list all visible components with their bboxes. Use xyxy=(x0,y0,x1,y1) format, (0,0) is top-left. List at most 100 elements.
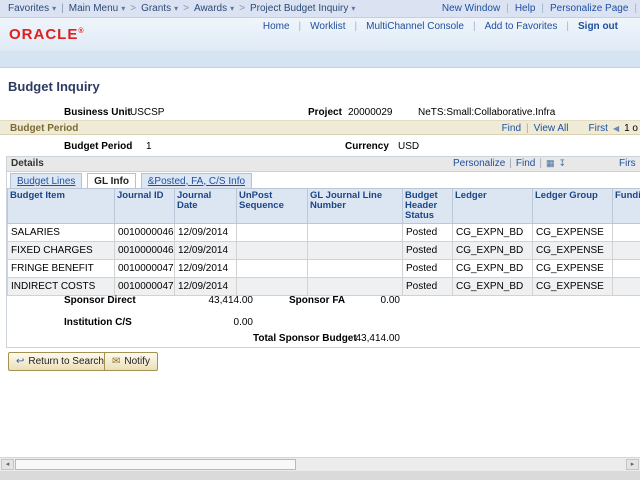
nav-link-sign-out[interactable]: Sign out xyxy=(578,21,618,32)
breadcrumb-separator: > xyxy=(239,3,245,14)
grid-paging-first-link[interactable]: Firs xyxy=(619,158,636,169)
cell-r0-c4 xyxy=(308,224,403,242)
nav-link-home[interactable]: Home xyxy=(263,21,290,32)
header-nav-links: Home | Worklist | MultiChannel Console | Add t… xyxy=(263,21,618,32)
nav-separator: | xyxy=(506,3,509,14)
cell-r3-c0: INDIRECT COSTS xyxy=(8,278,115,296)
window-bottom-strip xyxy=(0,471,640,480)
table-row: FRINGE BENEFIT001000004712/09/2014Posted… xyxy=(8,260,640,278)
column-header-fundi[interactable]: Fundi xyxy=(613,189,640,224)
notify-button[interactable]: ✉ Notify xyxy=(104,352,158,371)
breadcrumb-item-awards[interactable]: Awards▾ xyxy=(194,3,234,14)
breadcrumb-item-main-menu[interactable]: Main Menu▾ xyxy=(69,3,125,14)
table-row: INDIRECT COSTS001000004712/09/2014Posted… xyxy=(8,278,640,296)
pagebar-links: New Window|Help|Personalize Page| xyxy=(442,3,637,14)
return-to-search-button[interactable]: ↩ Return to Search xyxy=(8,352,112,371)
page-title: Budget Inquiry xyxy=(8,79,100,94)
scroll-right-button[interactable]: ▸ xyxy=(626,459,639,470)
institution-cs-label: Institution C/S xyxy=(64,317,132,328)
breadcrumb-item-label: Project Budget Inquiry xyxy=(250,3,348,14)
paging-prev-icon[interactable]: ◀ xyxy=(613,124,619,133)
institution-cs-value: 0.00 xyxy=(165,317,253,328)
column-header-budget-header-status[interactable]: Budget Header Status xyxy=(403,189,453,224)
nav-link-multichannel-console[interactable]: MultiChannel Console xyxy=(366,21,464,32)
paging-indicator: 1 o xyxy=(624,123,638,134)
project-label: Project xyxy=(308,107,342,118)
breadcrumb-separator: > xyxy=(130,3,136,14)
tab-budget-lines[interactable]: Budget Lines xyxy=(10,173,82,188)
column-header-ledger-group[interactable]: Ledger Group xyxy=(533,189,613,224)
tab-posted-fa-cs-info[interactable]: &Posted, FA, C/S Info xyxy=(141,173,252,188)
pagebar-link-help[interactable]: Help xyxy=(515,3,536,14)
separator: | xyxy=(539,158,542,169)
chevron-down-icon: ▾ xyxy=(351,4,355,13)
pagebar-link-new-window[interactable]: New Window xyxy=(442,3,500,14)
personalize-link[interactable]: Personalize xyxy=(453,158,505,169)
breadcrumb-item-project-budget-inquiry[interactable]: Project Budget Inquiry▾ xyxy=(250,3,355,14)
find-link[interactable]: Find xyxy=(516,158,535,169)
cell-r1-c1: 0010000046 xyxy=(115,242,175,260)
business-unit-label: Business Unit xyxy=(64,107,131,118)
chevron-down-icon: ▾ xyxy=(121,4,125,13)
find-link[interactable]: Find xyxy=(502,123,521,134)
cell-r0-c6: CG_EXPN_BD xyxy=(453,224,533,242)
paging-first-link[interactable]: First xyxy=(588,123,607,134)
return-icon: ↩ xyxy=(16,356,24,367)
nav-separator: | xyxy=(473,21,476,32)
currency-value: USD xyxy=(398,141,419,152)
grid-tab-bar: Budget Lines GL Info &Posted, FA, C/S In… xyxy=(7,172,640,188)
column-header-unpost-sequence[interactable]: UnPost Sequence xyxy=(237,189,308,224)
view-all-grid-icon[interactable]: ▦ xyxy=(546,158,555,169)
chevron-down-icon: ▾ xyxy=(230,4,234,13)
column-header-gl-journal-line-number[interactable]: GL Journal Line Number xyxy=(308,189,403,224)
cell-r1-c2: 12/09/2014 xyxy=(175,242,237,260)
budget-period-value: 1 xyxy=(146,141,152,152)
cell-r3-c1: 0010000047 xyxy=(115,278,175,296)
column-header-journal-date[interactable]: Journal Date xyxy=(175,189,237,224)
column-header-ledger[interactable]: Ledger xyxy=(453,189,533,224)
return-to-search-label: Return to Search xyxy=(28,356,104,367)
cell-r0-c3 xyxy=(237,224,308,242)
cell-r2-c5: Posted xyxy=(403,260,453,278)
project-value: 20000029 xyxy=(348,107,393,118)
table-row: SALARIES001000004612/09/2014PostedCG_EXP… xyxy=(8,224,640,242)
details-header-controls: Personalize | Find | ▦ ↧ xyxy=(453,158,566,169)
cell-r1-c6: CG_EXPN_BD xyxy=(453,242,533,260)
nav-link-add-to-favorites[interactable]: Add to Favorites xyxy=(485,21,558,32)
budget-period-label: Budget Period xyxy=(64,141,132,152)
nav-link-worklist[interactable]: Worklist xyxy=(310,21,345,32)
project-description: NeTS:Small:Collaborative.Infra xyxy=(418,107,555,118)
cell-r1-c7: CG_EXPENSE xyxy=(533,242,613,260)
sponsor-direct-value: 43,414.00 xyxy=(165,295,253,306)
budget-period-section-bar: Budget Period Find | View All First ◀ 1 … xyxy=(0,120,640,135)
breadcrumb-item-favorites[interactable]: Favorites▾ xyxy=(8,3,56,14)
cell-r3-c5: Posted xyxy=(403,278,453,296)
details-title: Details xyxy=(11,158,44,169)
sponsor-direct-label: Sponsor Direct xyxy=(64,295,136,306)
breadcrumb-item-label: Grants xyxy=(141,3,171,14)
cell-r3-c4 xyxy=(308,278,403,296)
download-icon[interactable]: ↧ xyxy=(558,158,566,169)
scroll-left-button[interactable]: ◂ xyxy=(1,459,14,470)
currency-label: Currency xyxy=(345,141,389,152)
column-header-budget-item[interactable]: Budget Item xyxy=(8,189,115,224)
nav-separator: | xyxy=(566,21,569,32)
notify-icon: ✉ xyxy=(112,356,120,367)
pagebar-link-personalize-page[interactable]: Personalize Page xyxy=(550,3,628,14)
scrollbar-thumb[interactable] xyxy=(15,459,296,470)
nav-separator: | xyxy=(634,3,637,14)
breadcrumb-item-label: Awards xyxy=(194,3,227,14)
breadcrumb-separator: | xyxy=(61,3,64,14)
cell-r0-c2: 12/09/2014 xyxy=(175,224,237,242)
column-header-journal-id[interactable]: Journal ID xyxy=(115,189,175,224)
cell-r2-c3 xyxy=(237,260,308,278)
cell-r3-c7: CG_EXPENSE xyxy=(533,278,613,296)
breadcrumb-item-grants[interactable]: Grants▾ xyxy=(141,3,178,14)
cell-r2-c7: CG_EXPENSE xyxy=(533,260,613,278)
nav-separator: | xyxy=(299,21,302,32)
nav-separator: | xyxy=(355,21,358,32)
pagebar-band xyxy=(0,51,640,68)
view-all-link[interactable]: View All xyxy=(534,123,569,134)
separator: | xyxy=(526,123,529,134)
tab-gl-info[interactable]: GL Info xyxy=(87,173,136,188)
